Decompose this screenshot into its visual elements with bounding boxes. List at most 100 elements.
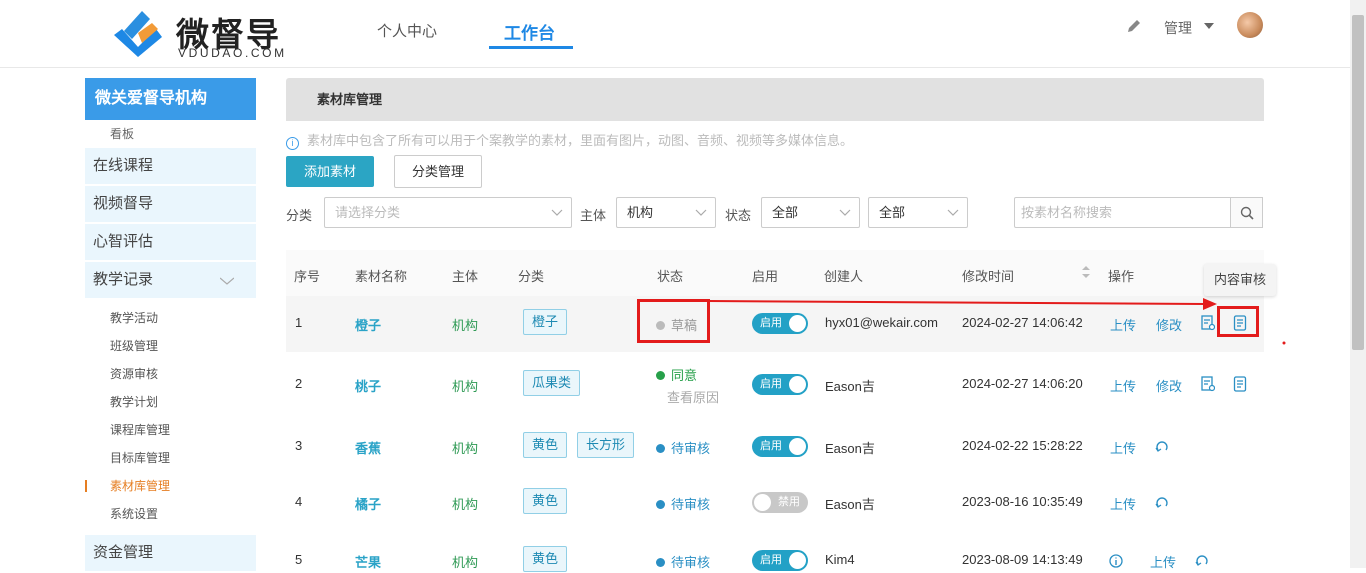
- row-time: 2024-02-27 14:06:20: [962, 376, 1083, 391]
- sidebar-item-video-supervision[interactable]: 视频督导: [85, 186, 256, 222]
- col-enabled: 启用: [752, 269, 779, 284]
- sidebar-item-system-settings[interactable]: 系统设置: [85, 500, 256, 528]
- status-badge: 待审核: [656, 438, 710, 457]
- info-message: 素材库中包含了所有可以用于个案教学的素材，里面有图片，动图、音频、视频等多媒体信…: [307, 133, 854, 148]
- category-select[interactable]: 请选择分类: [324, 197, 572, 228]
- sidebar-item-mind-assessment[interactable]: 心智评估: [85, 224, 256, 260]
- sidebar-item-teaching-plan[interactable]: 教学计划: [85, 388, 256, 416]
- user-menu-label[interactable]: 管理: [1164, 18, 1192, 38]
- info-icon: i: [286, 137, 299, 150]
- sidebar-item-class-management[interactable]: 班级管理: [85, 332, 256, 360]
- sidebar-item-label: 资金管理: [93, 544, 154, 561]
- category-tag: 长方形: [577, 432, 635, 458]
- row-subject: 机构: [452, 555, 479, 570]
- add-material-button[interactable]: 添加素材: [286, 156, 374, 187]
- status-text: 待审核: [671, 441, 711, 456]
- table-header: 序号 素材名称 主体 分类 状态 启用 创建人 修改时间 操作: [286, 250, 1264, 296]
- upload-link[interactable]: 上传: [1110, 438, 1136, 457]
- sidebar-item-online-course[interactable]: 在线课程: [85, 148, 256, 184]
- nav-personal-center[interactable]: 个人中心: [377, 20, 437, 41]
- sidebar-item-dashboard[interactable]: 看板: [85, 120, 256, 148]
- toggle-knob: [789, 552, 806, 569]
- sort-icon[interactable]: [1081, 264, 1091, 280]
- avatar[interactable]: [1237, 12, 1263, 38]
- upload-link[interactable]: 上传: [1110, 376, 1136, 395]
- row-name[interactable]: 桃子: [355, 376, 381, 395]
- sidebar-item-label: 视频督导: [93, 195, 154, 212]
- edit-link[interactable]: 修改: [1156, 376, 1182, 395]
- category-select-placeholder: 请选择分类: [335, 205, 401, 220]
- status-dot: [656, 371, 665, 380]
- edit-link[interactable]: 修改: [1156, 315, 1182, 334]
- row-name[interactable]: 橘子: [355, 494, 381, 513]
- sidebar-item-material-library[interactable]: 素材库管理: [85, 472, 256, 500]
- enable-toggle[interactable]: 启用: [752, 436, 808, 457]
- upload-link[interactable]: 上传: [1110, 315, 1136, 334]
- submit-review-icon[interactable]: [1201, 315, 1215, 331]
- sidebar-item-teaching-activity[interactable]: 教学活动: [85, 304, 256, 332]
- nav-active-indicator: [489, 46, 573, 49]
- upload-link[interactable]: 上传: [1150, 552, 1176, 571]
- row-creator: Eason吉: [825, 379, 875, 394]
- row-index: 5: [295, 552, 303, 567]
- toggle-label: 启用: [760, 378, 782, 390]
- sidebar-item-resource-review[interactable]: 资源审核: [85, 360, 256, 388]
- col-modified-time[interactable]: 修改时间: [962, 266, 1014, 285]
- pencil-icon[interactable]: [1126, 18, 1142, 34]
- enable-select-value: 全部: [879, 205, 906, 220]
- sidebar-item-goal-library[interactable]: 目标库管理: [85, 444, 256, 472]
- upload-link[interactable]: 上传: [1110, 494, 1136, 513]
- row-time: 2024-02-22 15:28:22: [962, 438, 1083, 453]
- category-management-button[interactable]: 分类管理: [394, 155, 482, 188]
- col-status: 状态: [657, 269, 684, 284]
- toggle-label: 启用: [760, 440, 782, 452]
- annotation-box-review-icon: [1217, 306, 1259, 337]
- sidebar-org-title[interactable]: 微关爱督导机构: [85, 78, 256, 120]
- row-name[interactable]: 香蕉: [355, 438, 381, 457]
- enable-select[interactable]: 全部: [868, 197, 968, 228]
- nav-workbench[interactable]: 工作台: [504, 19, 555, 44]
- info-circle-icon[interactable]: [1109, 553, 1123, 569]
- content-review-icon[interactable]: [1233, 376, 1247, 392]
- table-row: 5 芒果 机构 黄色 待审核 启用 Kim4 2023-08-09 14:13:…: [286, 530, 1264, 572]
- page-scrollbar-thumb[interactable]: [1352, 15, 1364, 350]
- caret-down-icon[interactable]: [1204, 23, 1214, 29]
- row-creator: Eason吉: [825, 497, 875, 512]
- subject-select-value: 机构: [627, 205, 654, 220]
- enable-toggle[interactable]: 禁用: [752, 492, 808, 513]
- search-input[interactable]: 按素材名称搜索: [1014, 197, 1231, 228]
- submit-review-icon[interactable]: [1201, 376, 1215, 392]
- row-creator: Eason吉: [825, 441, 875, 456]
- row-subject: 机构: [452, 441, 479, 456]
- col-creator: 创建人: [824, 269, 864, 284]
- sidebar-item-course-library[interactable]: 课程库管理: [85, 416, 256, 444]
- sidebar: 微关爱督导机构 看板 在线课程 视频督导 心智评估 教学记录 教学活动 班级管理…: [85, 78, 256, 573]
- main-content: 素材库管理 i 素材库中包含了所有可以用于个案教学的素材，里面有图片，动图、音频、…: [286, 78, 1276, 572]
- brand-subtitle: VDUDAO.COM: [178, 46, 287, 60]
- row-name[interactable]: 橙子: [355, 315, 381, 334]
- sidebar-item-finance[interactable]: 资金管理: [85, 535, 256, 571]
- col-category: 分类: [518, 269, 545, 284]
- view-reason-link[interactable]: 查看原因: [667, 387, 719, 406]
- subject-select[interactable]: 机构: [616, 197, 716, 228]
- status-text: 同意: [671, 368, 698, 383]
- row-subject: 机构: [452, 379, 479, 394]
- enable-toggle[interactable]: 启用: [752, 374, 808, 395]
- enable-toggle[interactable]: 启用: [752, 313, 808, 334]
- row-name[interactable]: 芒果: [355, 552, 381, 571]
- status-text: 待审核: [671, 497, 711, 512]
- revoke-icon[interactable]: [1195, 553, 1209, 569]
- revoke-icon[interactable]: [1155, 495, 1169, 511]
- toggle-knob: [789, 438, 806, 455]
- row-time: 2023-08-09 14:13:49: [962, 552, 1083, 567]
- status-filter-label: 状态: [725, 208, 752, 223]
- logo-icon: [114, 11, 162, 57]
- revoke-icon[interactable]: [1155, 439, 1169, 455]
- top-header: 微督导 VDUDAO.COM 个人中心 工作台 管理: [0, 0, 1350, 68]
- status-select[interactable]: 全部: [761, 197, 860, 228]
- search-button[interactable]: [1231, 197, 1263, 228]
- col-subject: 主体: [452, 269, 479, 284]
- sidebar-item-label: 教学记录: [93, 271, 154, 288]
- sidebar-item-teaching-records[interactable]: 教学记录: [85, 262, 256, 298]
- row-index: 3: [295, 438, 303, 453]
